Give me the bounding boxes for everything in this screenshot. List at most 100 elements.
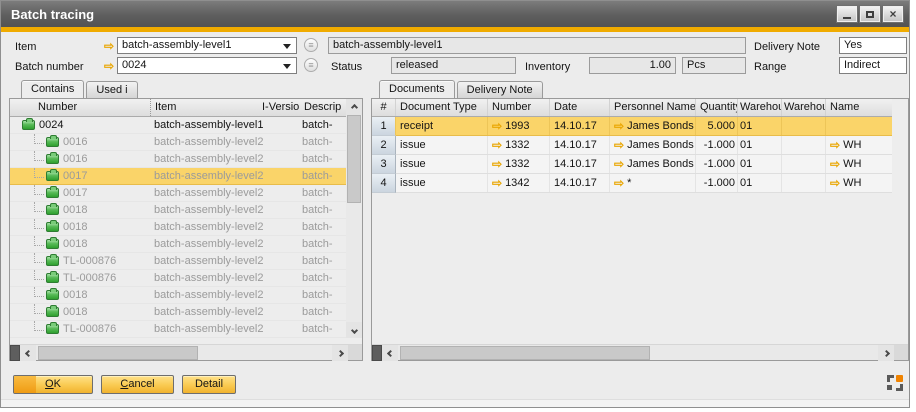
link-arrow-icon[interactable]: ⇨ — [104, 41, 114, 51]
document-row[interactable]: 2 issue ⇨1332 14.10.17 ⇨James Bonds -1.0… — [372, 136, 892, 155]
scroll-left-button[interactable] — [20, 345, 36, 361]
tree-row[interactable]: 0018 batch-assembly-level2 batch- — [10, 219, 346, 236]
document-type-cell: issue — [396, 174, 488, 192]
left-vertical-scrollbar[interactable] — [346, 99, 362, 338]
name-cell: WH — [843, 155, 861, 173]
tab-documents[interactable]: Documents — [379, 80, 455, 98]
row-number-cell[interactable]: 4 — [372, 174, 396, 193]
link-arrow-icon[interactable]: ⇨ — [614, 140, 624, 150]
scrollbar-track[interactable] — [36, 345, 332, 360]
tree-row[interactable]: 0016 batch-assembly-level2 batch- — [10, 134, 346, 151]
right-horizontal-scrollbar[interactable] — [372, 344, 908, 360]
chevron-up-icon — [350, 103, 357, 110]
scroll-left-button[interactable] — [382, 345, 398, 361]
tab-used-in[interactable]: Used i — [86, 81, 137, 98]
range-field[interactable]: Indirect — [839, 57, 907, 74]
form-settings-icon[interactable] — [887, 375, 903, 391]
tree-row[interactable]: 0017 batch-assembly-level2 batch- — [10, 185, 346, 202]
link-arrow-icon[interactable]: ⇨ — [830, 178, 840, 188]
document-row[interactable]: 4 issue ⇨1342 14.10.17 ⇨* -1.000 01 ⇨WH — [372, 174, 892, 193]
item-combo[interactable]: batch-assembly-level1 — [117, 37, 297, 54]
item-cell: batch-assembly-level2 — [150, 202, 300, 218]
personnel-cell: James Bonds — [627, 117, 694, 135]
link-arrow-icon[interactable]: ⇨ — [614, 159, 624, 169]
choose-from-list-icon[interactable]: ≡ — [304, 58, 318, 72]
delivery-note-field[interactable]: Yes — [839, 37, 907, 54]
cancel-button[interactable]: Cancel — [101, 375, 174, 394]
tree-row[interactable]: 0018 batch-assembly-level2 batch- — [10, 202, 346, 219]
tab-delivery-note[interactable]: Delivery Note — [457, 81, 543, 98]
splitter-grip[interactable] — [10, 345, 20, 361]
warehouse2-cell — [782, 117, 826, 135]
scroll-right-button[interactable] — [878, 345, 894, 361]
description-cell: batch- — [300, 270, 346, 286]
scroll-up-button[interactable] — [346, 99, 362, 115]
tree-row[interactable]: 0024 batch-assembly-level1 batch- — [10, 117, 346, 134]
link-arrow-icon[interactable]: ⇨ — [614, 121, 624, 131]
ok-button[interactable]: OK — [13, 375, 93, 394]
batch-number-combo[interactable]: 0024 — [117, 57, 297, 74]
document-row-selected[interactable]: 1 receipt ⇨1993 14.10.17 ⇨James Bonds 5.… — [372, 117, 892, 136]
scroll-down-button[interactable] — [346, 322, 362, 338]
tree-row[interactable]: 0016 batch-assembly-level2 batch- — [10, 151, 346, 168]
link-arrow-icon[interactable]: ⇨ — [614, 178, 624, 188]
document-row[interactable]: 3 issue ⇨1332 14.10.17 ⇨James Bonds -1.0… — [372, 155, 892, 174]
item-cell: batch-assembly-level2 — [150, 219, 300, 235]
batch-icon — [46, 137, 59, 147]
window-controls: × — [837, 6, 903, 22]
column-header-item: Item — [150, 99, 258, 116]
tree-row-selected[interactable]: 0017 batch-assembly-level2 batch- — [10, 168, 346, 185]
item-cell: batch-assembly-level2 — [150, 270, 300, 286]
quantity-cell: -1.000 — [696, 155, 738, 173]
link-arrow-icon[interactable]: ⇨ — [492, 178, 502, 188]
minimize-button[interactable] — [837, 6, 857, 22]
link-arrow-icon[interactable]: ⇨ — [492, 121, 502, 131]
document-type-cell: issue — [396, 155, 488, 173]
left-horizontal-scrollbar[interactable] — [10, 344, 362, 360]
link-arrow-icon[interactable]: ⇨ — [830, 159, 840, 169]
tree-row[interactable]: 0018 batch-assembly-level2 batch- — [10, 304, 346, 321]
link-arrow-icon[interactable]: ⇨ — [492, 159, 502, 169]
tree-row[interactable]: TL-000876 batch-assembly-level2 batch- — [10, 321, 346, 338]
link-arrow-icon[interactable]: ⇨ — [830, 140, 840, 150]
choose-from-list-icon[interactable]: ≡ — [304, 38, 318, 52]
batch-icon — [46, 273, 59, 283]
tab-contains[interactable]: Contains — [21, 80, 84, 98]
row-number-cell[interactable]: 1 — [372, 117, 396, 136]
status-label: Status — [331, 60, 362, 74]
close-button[interactable]: × — [883, 6, 903, 22]
document-number-cell: 1332 — [505, 136, 529, 154]
scrollbar-thumb[interactable] — [38, 346, 198, 360]
detail-button[interactable]: Detail — [182, 375, 236, 394]
tree-row[interactable]: 0018 batch-assembly-level2 batch- — [10, 236, 346, 253]
link-arrow-icon[interactable]: ⇨ — [492, 140, 502, 150]
scrollbar-thumb[interactable] — [347, 115, 361, 203]
batch-number-cell: 0016 — [63, 134, 87, 150]
range-label: Range — [754, 60, 786, 74]
tree-row[interactable]: TL-000876 batch-assembly-level2 batch- — [10, 253, 346, 270]
batch-number-cell: 0018 — [63, 287, 87, 303]
warehouse2-cell — [782, 136, 826, 154]
scroll-right-button[interactable] — [332, 345, 348, 361]
titlebar[interactable]: Batch tracing × — [1, 1, 909, 27]
batch-icon — [46, 188, 59, 198]
tree-row[interactable]: TL-000876 batch-assembly-level2 batch- — [10, 270, 346, 287]
maximize-button[interactable] — [860, 6, 880, 22]
column-header-number: Number — [488, 99, 550, 116]
splitter-grip[interactable] — [372, 345, 382, 361]
link-arrow-icon[interactable]: ⇨ — [104, 61, 114, 71]
description-cell: batch- — [300, 185, 346, 201]
tree-row[interactable]: 0018 batch-assembly-level2 batch- — [10, 287, 346, 304]
scrollbar-corner — [894, 345, 908, 360]
batch-icon — [46, 205, 59, 215]
personnel-cell: James Bonds — [627, 136, 694, 154]
row-number-cell[interactable]: 2 — [372, 136, 396, 155]
batch-number-cell: 0024 — [39, 117, 63, 133]
batch-number-cell: 0017 — [63, 185, 87, 201]
scrollbar-track[interactable] — [398, 345, 878, 360]
description-cell: batch- — [300, 304, 346, 320]
left-panel-tabs: Contains Used i — [21, 80, 140, 98]
row-number-cell[interactable]: 3 — [372, 155, 396, 174]
scrollbar-thumb[interactable] — [400, 346, 650, 360]
date-cell: 14.10.17 — [550, 174, 610, 192]
